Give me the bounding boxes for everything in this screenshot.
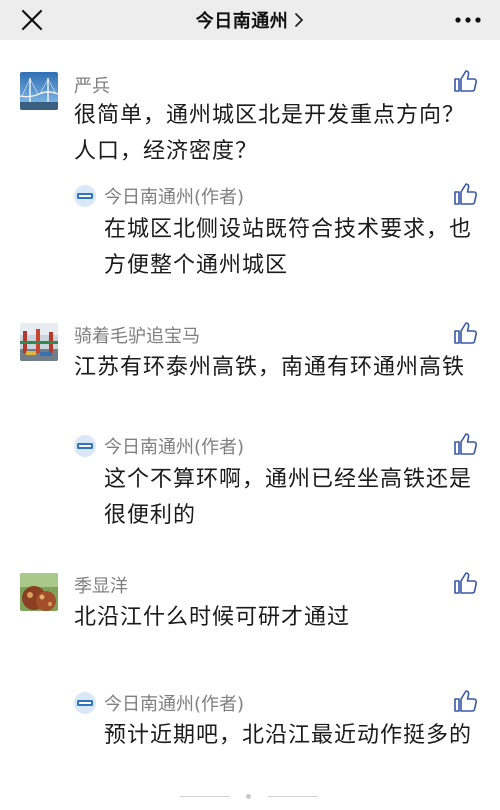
reply-text: 在城区北侧设站既符合技术要求，也方便整个通州城区 <box>104 217 473 278</box>
thumbs-up-icon <box>454 183 478 205</box>
comment-list: 严兵 很简单，通州城区北是开发重点方向？人口，经济密度？ 今日南通州(作者) 在… <box>0 40 500 810</box>
reply-author: 今日南通州(作者) <box>104 694 245 715</box>
food-photo-icon <box>20 573 58 611</box>
reply-text: 这个不算环啊，通州已经坐高铁还是很便利的 <box>104 467 473 528</box>
more-button[interactable] <box>454 10 482 30</box>
like-button[interactable] <box>452 431 478 457</box>
comment-author[interactable]: 骑着毛驴追宝马 <box>74 322 200 348</box>
top-bar: 今日南通州 <box>0 0 500 40</box>
publisher-logo-icon <box>74 435 96 457</box>
harbor-photo-icon <box>20 323 58 361</box>
thumbs-up-icon <box>454 322 478 344</box>
more-icon <box>455 17 481 23</box>
reply-author: 今日南通州(作者) <box>104 187 245 208</box>
like-button[interactable] <box>452 181 478 207</box>
thumbs-up-icon <box>454 433 478 455</box>
reply-text: 预计近期吧，北沿江最近动作挺多的 <box>104 723 473 748</box>
page-title: 今日南通州 <box>195 11 289 32</box>
publisher-logo-icon <box>74 185 96 207</box>
avatar[interactable] <box>20 323 58 361</box>
close-icon <box>21 9 43 31</box>
end-of-list-divider <box>0 792 500 802</box>
comment-author[interactable]: 严兵 <box>74 72 110 98</box>
reply-author: 今日南通州(作者) <box>104 437 245 458</box>
thumbs-up-icon <box>454 690 478 712</box>
comment-text: 江苏有环泰州高铁，南通有环通州高铁 <box>74 355 466 380</box>
bridge-photo-icon <box>20 72 58 110</box>
publisher-logo-icon <box>74 692 96 714</box>
like-button[interactable] <box>452 688 478 714</box>
avatar[interactable] <box>20 72 58 110</box>
avatar[interactable] <box>20 573 58 611</box>
comments-screen: 今日南通州 严兵 很简单，通州城区北是开发重点方向？人口，经济密度？ 今日南通州… <box>0 0 500 810</box>
account-title-button[interactable]: 今日南通州 <box>196 7 305 33</box>
comment-text: 很简单，通州城区北是开发重点方向？人口，经济密度？ <box>74 103 466 164</box>
chevron-right-icon <box>295 13 304 27</box>
publisher-logo <box>74 692 96 714</box>
publisher-logo <box>74 435 96 457</box>
comment-author[interactable]: 季显洋 <box>74 572 128 598</box>
thumbs-up-icon <box>454 70 478 92</box>
comment-text: 北沿江什么时候可研才通过 <box>74 605 351 630</box>
like-button[interactable] <box>452 570 478 596</box>
publisher-logo <box>74 185 96 207</box>
thumbs-up-icon <box>454 572 478 594</box>
close-button[interactable] <box>18 6 46 34</box>
like-button[interactable] <box>452 68 478 94</box>
like-button[interactable] <box>452 320 478 346</box>
